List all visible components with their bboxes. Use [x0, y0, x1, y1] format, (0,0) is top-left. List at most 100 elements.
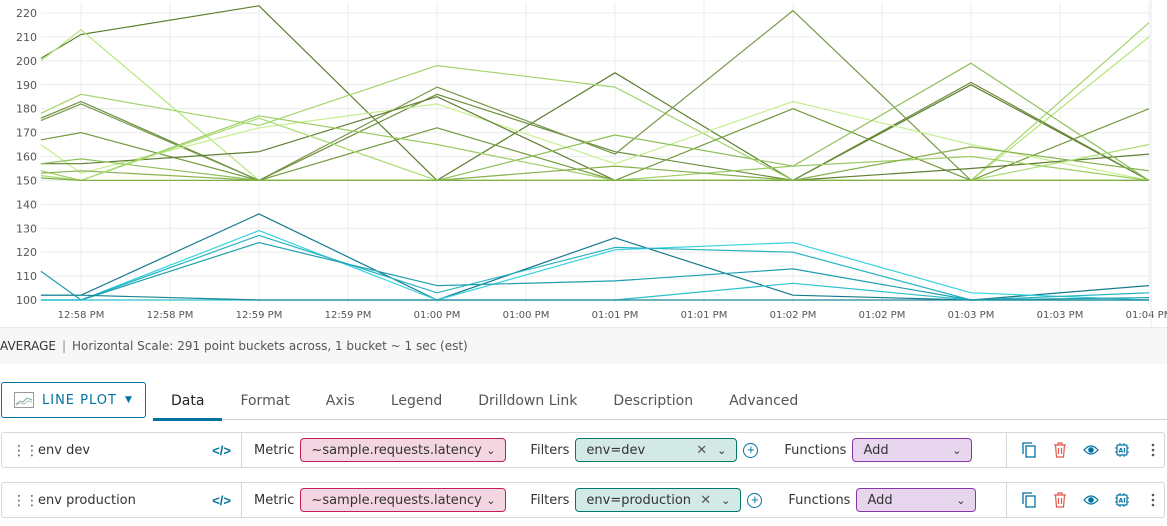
series-line-prod-5	[40, 282, 1149, 301]
code-view-icon[interactable]: </>	[212, 443, 231, 458]
filter-select[interactable]: env=production ✕ ⌄	[575, 488, 742, 512]
query-name[interactable]: env production	[38, 493, 212, 508]
tab-legend[interactable]: Legend	[373, 382, 460, 420]
metric-label: Metric	[254, 492, 295, 508]
line-chart: 100 110 120 130 140 150 160 170 180 190 200 210 220 1…	[16, 0, 1167, 328]
x-tick-label: 01:02 PM	[859, 310, 906, 321]
functions-label: Functions	[788, 492, 851, 508]
series-line-prod-1	[40, 213, 1150, 301]
chevron-down-icon: ⌄	[721, 493, 731, 507]
series-line-dev-7	[40, 100, 1150, 181]
svg-text:AI: AI	[1119, 448, 1126, 455]
code-view-icon[interactable]: </>	[212, 493, 231, 508]
editor-tabs-row: LINE PLOT ▼ Data Format Axis Legend Dril…	[0, 382, 1167, 421]
eye-icon[interactable]	[1083, 492, 1099, 508]
metric-select[interactable]: ~sample.requests.latency ⌄	[300, 488, 507, 512]
x-tick-label: 12:59 PM	[236, 310, 283, 321]
y-tick-label: 120	[16, 246, 37, 259]
x-tick-label: 12:58 PM	[147, 310, 194, 321]
tab-description[interactable]: Description	[595, 382, 711, 420]
y-tick-label: 200	[16, 55, 37, 68]
tab-format[interactable]: Format	[222, 382, 307, 420]
tab-drilldown-link[interactable]: Drilldown Link	[460, 382, 595, 420]
x-tick-label: 12:59 PM	[325, 310, 372, 321]
horizontal-scale-text: Horizontal Scale: 291 point buckets acro…	[72, 339, 468, 353]
query-builder: Metric ~sample.requests.latency ⌄ Filter…	[242, 482, 1007, 518]
query-name-cell: ⋮⋮ env production </>	[1, 482, 242, 518]
eye-icon[interactable]	[1083, 442, 1099, 458]
filter-select[interactable]: env=dev ✕ ⌄	[575, 438, 738, 462]
svg-text:AI: AI	[1119, 498, 1126, 505]
series-line-dev-9	[40, 62, 1150, 181]
filter-value: env=production	[586, 492, 692, 508]
y-tick-label: 150	[16, 174, 37, 187]
y-tick-label: 180	[16, 103, 37, 116]
function-value: Add	[867, 492, 893, 508]
series-line-dev-1	[40, 5, 1150, 181]
metric-select[interactable]: ~sample.requests.latency ⌄	[300, 438, 507, 462]
x-tick-label: 01:03 PM	[948, 310, 995, 321]
line-chart-icon	[14, 392, 34, 408]
add-filter-icon[interactable]: +	[743, 442, 759, 458]
series-line-dev-4	[40, 81, 1150, 181]
x-tick-label: 12:58 PM	[58, 310, 105, 321]
ai-assist-icon[interactable]: AI	[1114, 492, 1130, 508]
drag-handle-icon[interactable]: ⋮⋮	[12, 443, 39, 457]
filter-value: env=dev	[586, 442, 646, 458]
copy-icon[interactable]	[1021, 492, 1037, 508]
query-row: ⋮⋮ env dev </> Metric ~sample.requests.l…	[0, 432, 1167, 468]
tab-advanced[interactable]: Advanced	[711, 382, 816, 420]
metric-value: ~sample.requests.latency	[311, 442, 482, 458]
plot-type-dropdown[interactable]: LINE PLOT ▼	[1, 382, 146, 418]
x-tick-label: 01:02 PM	[770, 310, 817, 321]
metric-label: Metric	[254, 442, 295, 458]
x-tick-label: 01:04 PM	[1126, 310, 1167, 321]
tab-axis[interactable]: Axis	[308, 382, 373, 420]
chart-status-bar: AVERAGE | Horizontal Scale: 291 point buck…	[0, 328, 1167, 364]
x-tick-label: 01:03 PM	[1037, 310, 1084, 321]
query-builder: Metric ~sample.requests.latency ⌄ Filter…	[242, 432, 1007, 468]
query-row: ⋮⋮ env production </> Metric ~sample.req…	[0, 482, 1167, 518]
function-value: Add	[863, 442, 889, 458]
x-tick-label: 01:00 PM	[414, 310, 461, 321]
x-tick-label: 01:00 PM	[503, 310, 550, 321]
trash-icon[interactable]	[1052, 442, 1068, 458]
x-tick-label: 01:01 PM	[592, 310, 639, 321]
query-name[interactable]: env dev	[38, 443, 212, 458]
y-tick-label: 210	[16, 31, 37, 44]
filters-label: Filters	[530, 442, 570, 458]
query-name-cell: ⋮⋮ env dev </>	[1, 432, 242, 468]
more-options-icon[interactable]	[1145, 442, 1161, 458]
copy-icon[interactable]	[1021, 442, 1037, 458]
editor-tabs: Data Format Axis Legend Drilldown Link D…	[153, 382, 1167, 421]
chevron-down-icon: ⌄	[717, 443, 727, 457]
tab-data[interactable]: Data	[153, 382, 223, 421]
clear-filter-icon[interactable]: ✕	[700, 493, 711, 508]
y-tick-label: 130	[16, 222, 37, 235]
y-tick-label: 110	[16, 270, 37, 283]
chart-panel: 100 110 120 130 140 150 160 170 180 190 200 210 220 1…	[0, 0, 1167, 328]
chevron-down-icon: ⌄	[486, 443, 496, 457]
status-separator: |	[61, 339, 67, 353]
add-filter-icon[interactable]: +	[747, 492, 763, 508]
functions-label: Functions	[784, 442, 847, 458]
aggregation-label: AVERAGE	[0, 339, 56, 353]
chevron-down-icon: ⌄	[486, 493, 496, 507]
chevron-down-icon: ▼	[124, 395, 133, 405]
ai-assist-icon[interactable]: AI	[1114, 442, 1130, 458]
more-options-icon[interactable]	[1145, 492, 1161, 508]
chevron-down-icon: ⌄	[956, 493, 966, 507]
filters-label: Filters	[530, 492, 570, 508]
drag-handle-icon[interactable]: ⋮⋮	[12, 493, 39, 507]
y-tick-label: 160	[16, 151, 37, 164]
y-tick-label: 170	[16, 127, 37, 140]
x-tick-label: 01:01 PM	[681, 310, 728, 321]
clear-filter-icon[interactable]: ✕	[696, 443, 707, 458]
trash-icon[interactable]	[1052, 492, 1068, 508]
y-tick-label: 100	[16, 294, 37, 307]
y-tick-label: 220	[16, 7, 37, 20]
chevron-down-icon: ⌄	[952, 443, 962, 457]
function-select[interactable]: Add ⌄	[856, 488, 977, 512]
function-select[interactable]: Add ⌄	[852, 438, 973, 462]
plot-type-label: LINE PLOT	[42, 392, 117, 408]
